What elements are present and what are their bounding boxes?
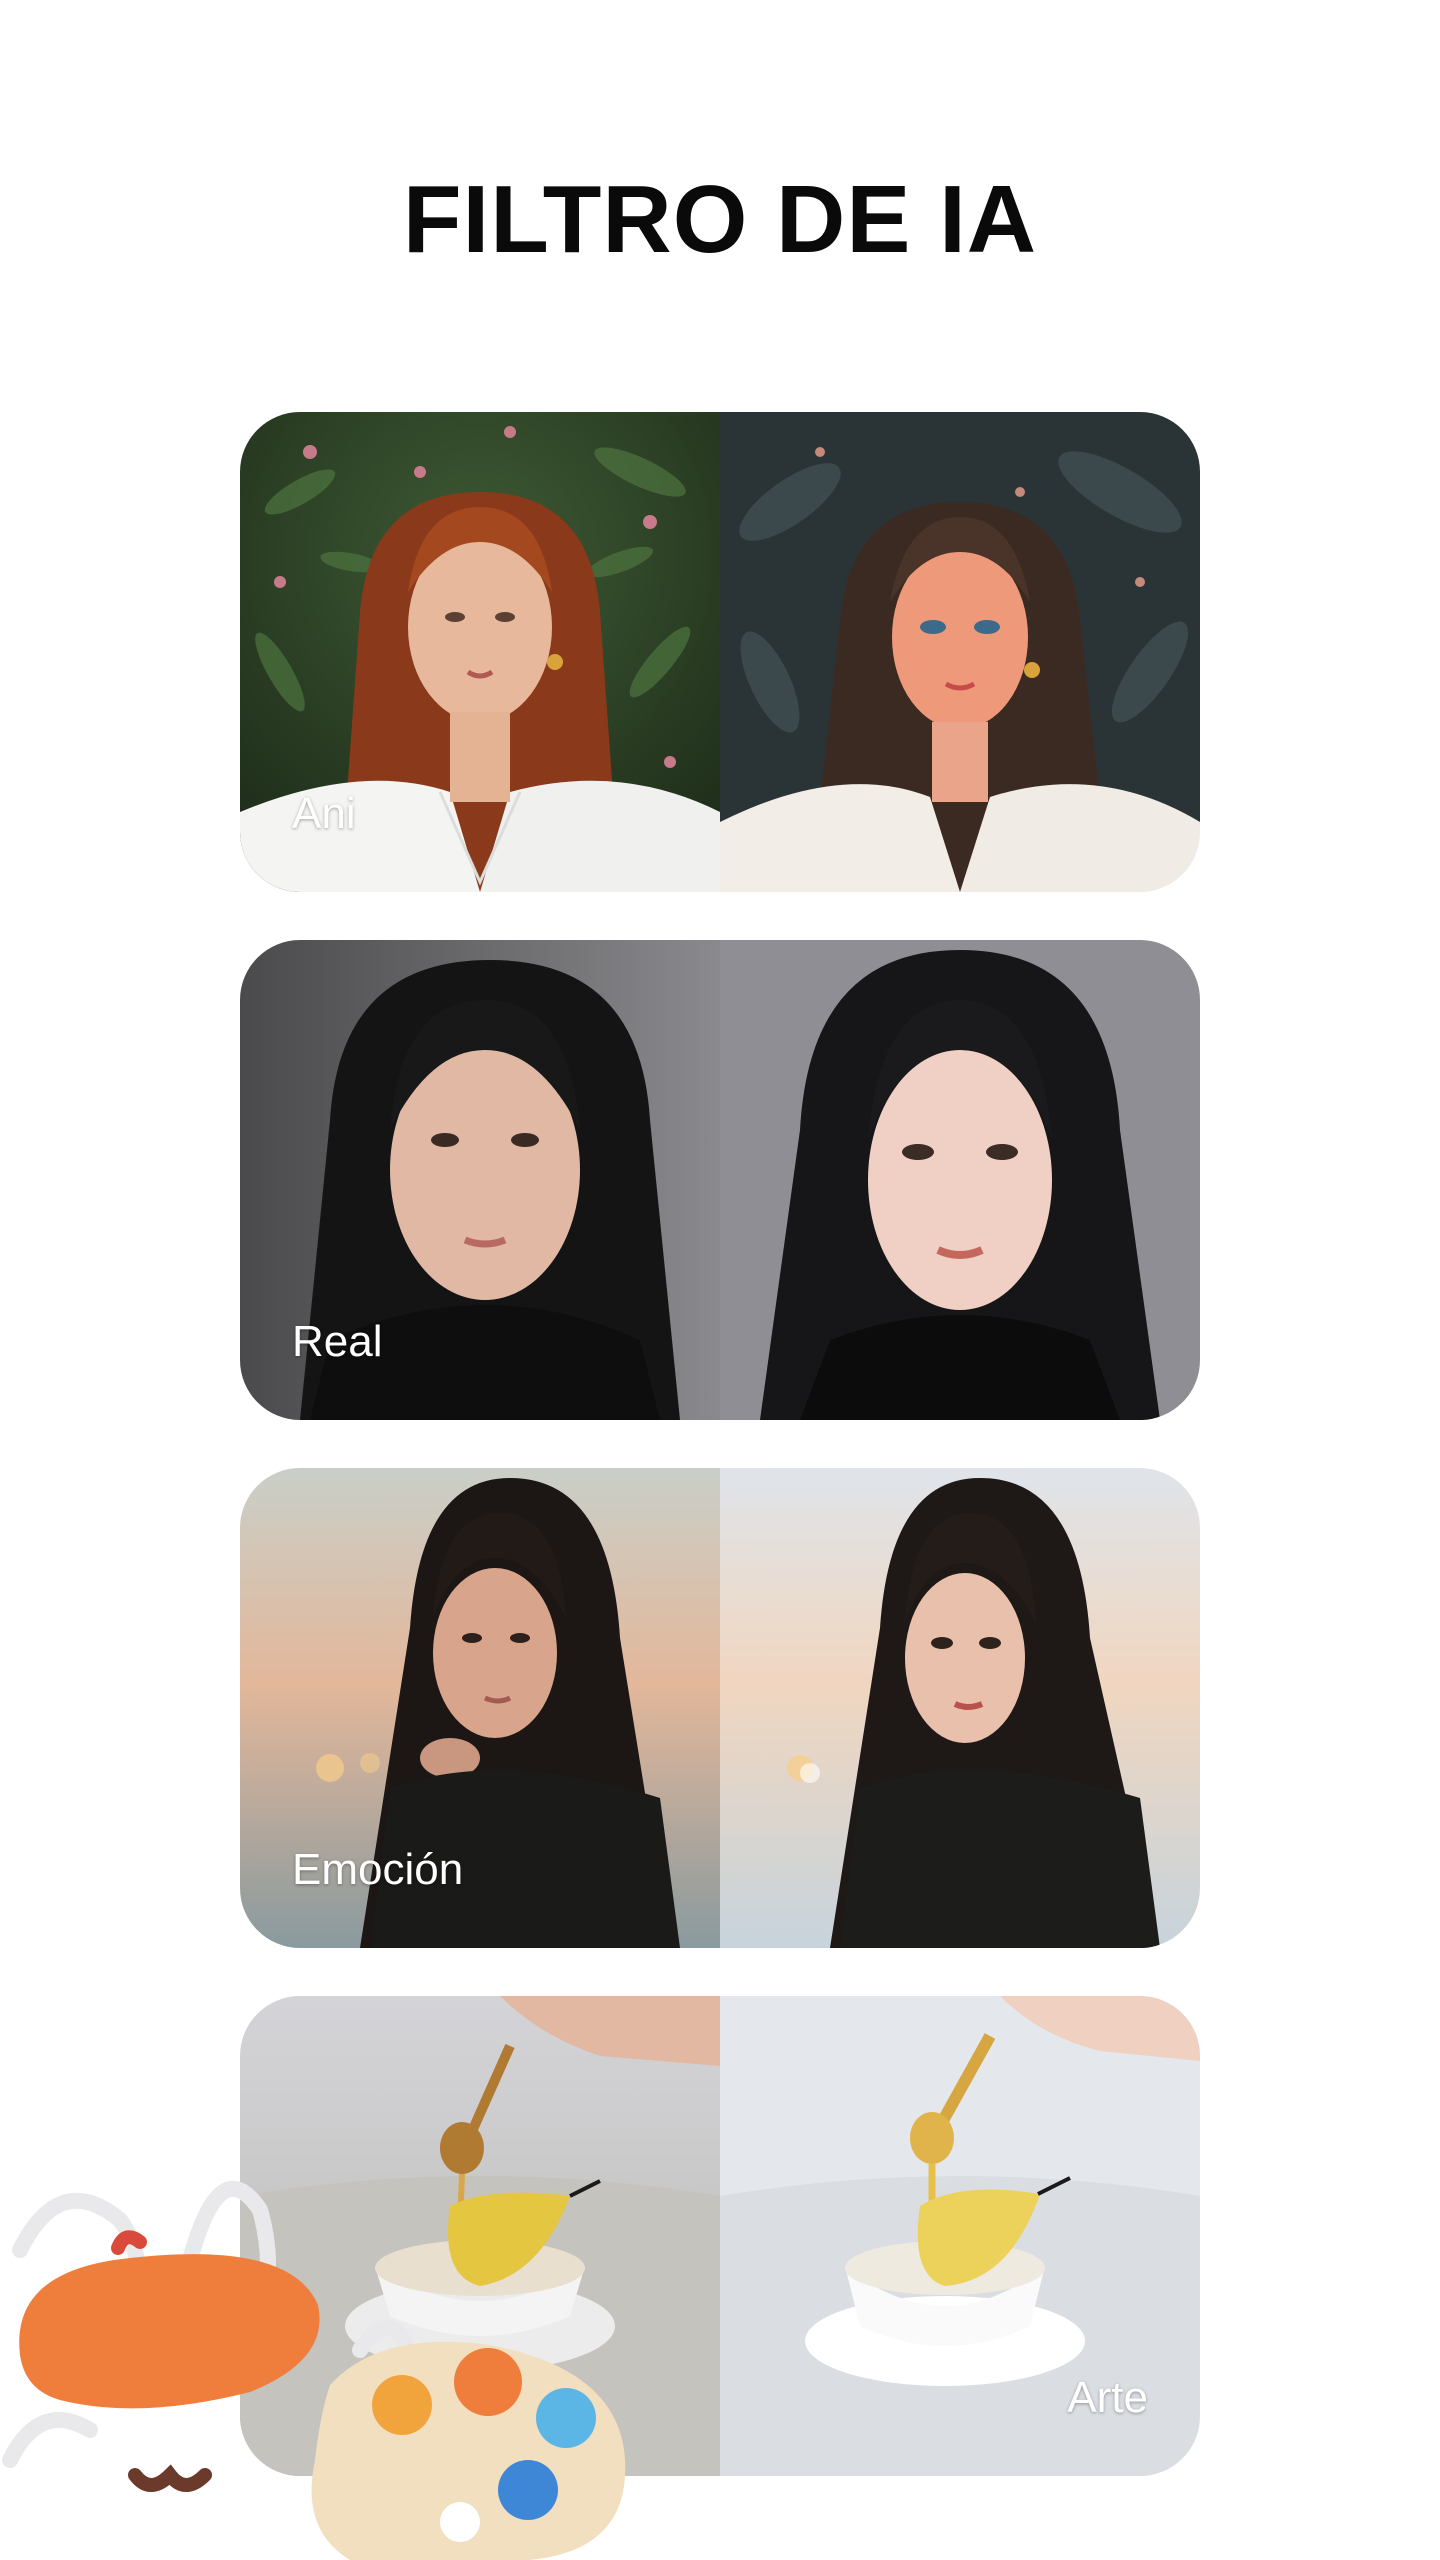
filter-card-ani[interactable]: Ani xyxy=(240,412,1200,892)
original-photo: Emoción xyxy=(240,1468,720,1948)
original-photo: Ani xyxy=(240,412,720,892)
filter-label: Ani xyxy=(292,789,356,838)
painter-palette-icon xyxy=(0,2130,640,2560)
filtered-photo: Arte xyxy=(720,1996,1200,2476)
filtered-photo xyxy=(720,1468,1200,1948)
original-photo: Real xyxy=(240,940,720,1420)
filtered-photo xyxy=(720,412,1200,892)
filter-label: Emoción xyxy=(292,1845,464,1894)
filter-card-real[interactable]: Real xyxy=(240,940,1200,1420)
filter-label: Arte xyxy=(1067,2373,1148,2422)
filter-showcase-page: FILTRO DE IA Ani Real Emoción Arte xyxy=(0,0,1440,2560)
filter-label: Real xyxy=(292,1317,383,1366)
page-title: FILTRO DE IA xyxy=(402,166,1038,273)
filter-card-emocion[interactable]: Emoción xyxy=(240,1468,1200,1948)
filtered-photo xyxy=(720,940,1200,1420)
